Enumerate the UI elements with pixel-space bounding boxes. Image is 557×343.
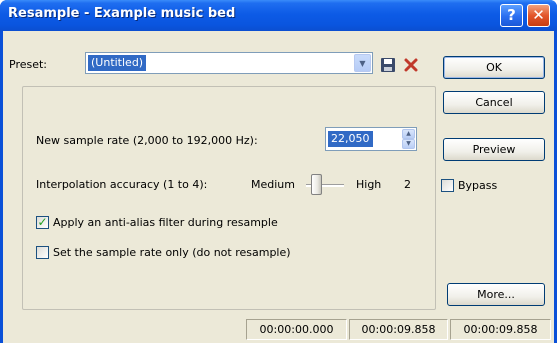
resample-settings-group xyxy=(22,86,436,310)
preset-value: (Untitled) xyxy=(88,55,147,71)
interpolation-high-label: High xyxy=(356,178,382,191)
bypass-label: Bypass xyxy=(458,179,498,192)
sample-rate-label: New sample rate (2,000 to 192,000 Hz): xyxy=(36,134,258,147)
preview-button[interactable]: Preview xyxy=(443,138,545,161)
ok-button[interactable]: OK xyxy=(443,56,545,79)
spin-up-icon[interactable]: ▲ xyxy=(402,129,415,139)
sample-rate-spinner[interactable]: ▲ ▼ xyxy=(402,129,415,149)
title-bar[interactable]: Resample - Example music bed ? ✕ xyxy=(0,0,557,31)
interpolation-low-label: Medium xyxy=(251,178,295,191)
status-start-time: 00:00:00.000 xyxy=(246,319,347,340)
save-icon[interactable] xyxy=(380,57,396,73)
rate-only-checkbox[interactable] xyxy=(36,246,49,259)
anti-alias-label: Apply an anti-alias filter during resamp… xyxy=(53,216,278,229)
preset-label: Preset: xyxy=(9,58,48,71)
status-end-time: 00:00:09.858 xyxy=(349,319,448,340)
delete-icon[interactable] xyxy=(403,57,419,73)
interpolation-slider-thumb[interactable] xyxy=(311,174,322,195)
bypass-checkbox[interactable] xyxy=(441,179,454,192)
rate-only-label: Set the sample rate only (do not resampl… xyxy=(53,246,291,259)
close-button[interactable]: ✕ xyxy=(527,4,550,27)
anti-alias-checkbox[interactable]: ✓ xyxy=(36,216,49,229)
sample-rate-input[interactable]: 22,050 ▲ ▼ xyxy=(325,127,417,151)
more-button[interactable]: More... xyxy=(447,283,545,306)
status-length: 00:00:09.858 xyxy=(450,319,551,340)
spin-down-icon[interactable]: ▼ xyxy=(402,139,415,149)
cancel-button[interactable]: Cancel xyxy=(443,91,545,114)
sample-rate-value: 22,050 xyxy=(328,131,373,147)
interpolation-value: 2 xyxy=(404,178,411,191)
preset-combobox[interactable]: (Untitled) ▼ xyxy=(85,52,373,74)
interpolation-label: Interpolation accuracy (1 to 4): xyxy=(36,178,208,191)
chevron-down-icon[interactable]: ▼ xyxy=(354,54,371,72)
window-title: Resample - Example music bed xyxy=(8,6,236,21)
help-button[interactable]: ? xyxy=(500,4,523,27)
